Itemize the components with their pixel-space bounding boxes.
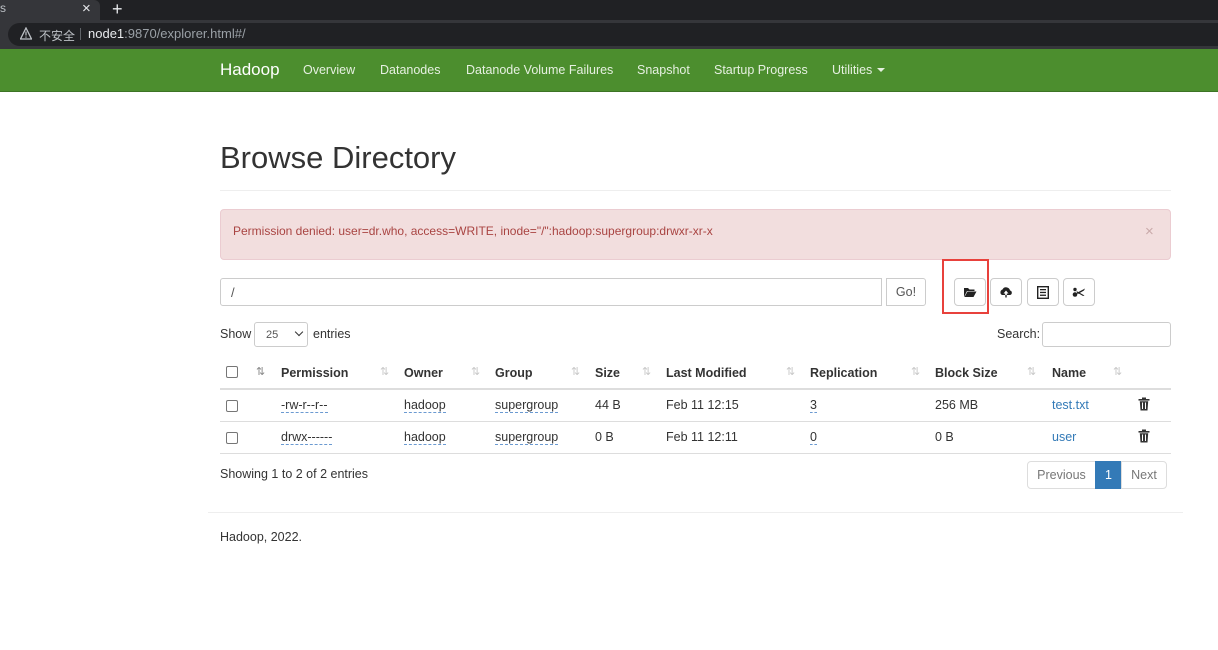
nav-overview[interactable]: Overview [303, 63, 355, 77]
sort-asc-icon[interactable]: ⇅ [256, 365, 265, 378]
table-info: Showing 1 to 2 of 2 entries [220, 467, 369, 481]
sort-icon[interactable]: ⇅ [642, 365, 651, 378]
upload-button[interactable] [990, 278, 1022, 306]
column-header-permission[interactable]: Permission [281, 366, 348, 380]
sort-icon[interactable]: ⇅ [1027, 365, 1036, 378]
browser-address-bar: 不安全 node1:9870/explorer.html#/ [0, 20, 1218, 49]
url-field[interactable]: 不安全 node1:9870/explorer.html#/ [8, 23, 1218, 46]
file-name-link[interactable]: test.txt [1052, 398, 1089, 412]
size-cell: 0 B [595, 430, 614, 444]
sort-icon[interactable]: ⇅ [471, 365, 480, 378]
sort-icon[interactable]: ⇅ [571, 365, 580, 378]
alert-message: Permission denied: user=dr.who, access=W… [233, 224, 713, 238]
next-page-button[interactable]: Next [1121, 461, 1167, 489]
replication-cell[interactable]: 3 [810, 398, 817, 413]
trash-icon[interactable] [1138, 429, 1150, 443]
url-text[interactable]: node1:9870/explorer.html#/ [88, 26, 246, 41]
trash-icon[interactable] [1138, 397, 1150, 411]
security-label[interactable]: 不安全 [39, 27, 75, 44]
row-divider [220, 421, 1171, 422]
nav-utilities-label: Utilities [832, 63, 873, 77]
sort-icon[interactable]: ⇅ [380, 365, 389, 378]
column-header-owner[interactable]: Owner [404, 366, 443, 380]
list-alt-icon [1037, 285, 1049, 299]
title-divider [220, 190, 1171, 191]
alert-close-button[interactable]: × [1145, 223, 1154, 240]
group-cell[interactable]: supergroup [495, 398, 559, 413]
block-size-cell: 256 MB [935, 398, 979, 412]
row-checkbox[interactable] [226, 432, 238, 444]
nav-utilities-dropdown[interactable]: Utilities [832, 63, 886, 77]
table-header-divider [220, 388, 1171, 390]
search-input[interactable] [1042, 322, 1171, 347]
column-header-block-size[interactable]: Block Size [935, 366, 998, 380]
block-size-cell: 0 B [935, 430, 954, 444]
column-header-name[interactable]: Name [1052, 366, 1086, 380]
url-path: :9870/explorer.html#/ [124, 26, 246, 41]
browser-tab[interactable]: s × [0, 0, 100, 20]
tab-favicon-icon: s [0, 1, 6, 15]
search-label: Search: [997, 327, 1041, 341]
nav-volume-failures[interactable]: Datanode Volume Failures [466, 63, 613, 77]
previous-page-button[interactable]: Previous [1027, 461, 1096, 489]
entries-per-page-select[interactable]: 25 [254, 322, 308, 347]
nav-startup-progress[interactable]: Startup Progress [714, 63, 808, 77]
column-header-replication[interactable]: Replication [810, 366, 877, 380]
permission-alert: Permission denied: user=dr.who, access=W… [220, 209, 1171, 260]
replication-cell[interactable]: 0 [810, 430, 817, 445]
top-navbar: Hadoop Overview Datanodes Datanode Volum… [0, 49, 1218, 92]
tab-close-button[interactable]: × [82, 0, 91, 18]
footer-divider [208, 512, 1183, 513]
nav-datanodes[interactable]: Datanodes [380, 63, 440, 77]
cloud-upload-icon [1000, 287, 1012, 298]
nav-snapshot[interactable]: Snapshot [637, 63, 690, 77]
permission-cell[interactable]: -rw-r--r-- [281, 398, 328, 413]
column-header-last-modified[interactable]: Last Modified [666, 366, 747, 380]
size-cell: 44 B [595, 398, 621, 412]
select-all-checkbox[interactable] [226, 366, 238, 378]
scissors-icon [1072, 287, 1085, 297]
modified-cell: Feb 11 12:15 [666, 398, 739, 412]
annotation-highlight-box [942, 259, 989, 314]
sort-icon[interactable]: ⇅ [786, 365, 795, 378]
url-host: node1 [88, 26, 125, 41]
row-divider [220, 453, 1171, 454]
page-1-button[interactable]: 1 [1095, 461, 1122, 489]
chevron-down-icon [294, 327, 304, 337]
modified-cell: Feb 11 12:11 [666, 430, 738, 444]
owner-cell[interactable]: hadoop [404, 398, 446, 413]
footer-text: Hadoop, 2022. [220, 530, 303, 544]
column-header-group[interactable]: Group [495, 366, 533, 380]
cut-paste-button[interactable] [1027, 278, 1059, 306]
permission-cell[interactable]: drwx------ [281, 430, 333, 445]
entries-label: entries [313, 327, 351, 341]
caret-down-icon [877, 68, 886, 72]
browser-tab-bar: s × + [0, 0, 1218, 20]
column-header-size[interactable]: Size [595, 366, 620, 380]
go-button[interactable]: Go! [886, 278, 926, 306]
warning-icon[interactable] [20, 27, 32, 41]
url-divider [80, 28, 81, 40]
group-cell[interactable]: supergroup [495, 430, 559, 445]
row-checkbox[interactable] [226, 400, 238, 412]
sort-icon[interactable]: ⇅ [1113, 365, 1122, 378]
owner-cell[interactable]: hadoop [404, 430, 446, 445]
directory-path-input[interactable] [220, 278, 882, 306]
new-tab-button[interactable]: + [112, 0, 123, 19]
entries-select-value: 25 [266, 329, 279, 341]
pagination: Previous 1 Next [1027, 461, 1167, 489]
delete-selected-button[interactable] [1063, 278, 1095, 306]
show-label: Show [220, 327, 252, 341]
directory-name-link[interactable]: user [1052, 430, 1076, 444]
brand-logo[interactable]: Hadoop [220, 60, 280, 80]
page-title: Browse Directory [220, 140, 456, 175]
sort-icon[interactable]: ⇅ [911, 365, 920, 378]
